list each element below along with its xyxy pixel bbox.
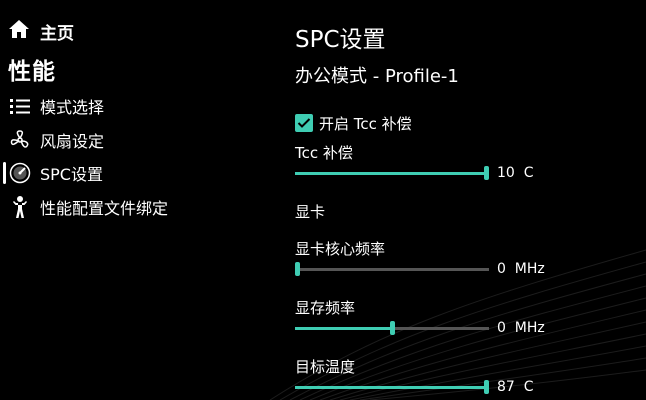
gpu-core-slider-label: 显卡核心频率 [295, 240, 386, 258]
page-title: SPC设置 [295, 27, 386, 53]
active-indicator [3, 162, 6, 184]
gpu-core-clock-slider[interactable] [295, 259, 495, 279]
sidebar-item-profile-binding[interactable]: 性能配置文件绑定 [8, 193, 168, 221]
vram-clock-slider[interactable] [295, 318, 495, 338]
target-temp-slider-value: 87 C [497, 379, 534, 395]
vram-slider-label: 显存频率 [295, 299, 356, 317]
gauge-icon [8, 161, 32, 185]
section-title: 性能 [8, 59, 56, 85]
sidebar-item-label: 模式选择 [40, 98, 105, 117]
checkbox-checked-icon [295, 114, 313, 132]
sidebar-item-fan-settings[interactable]: 风扇设定 [8, 126, 104, 154]
slider-track [295, 268, 489, 271]
tcc-compensation-slider[interactable] [295, 163, 495, 183]
slider-fill [295, 172, 486, 175]
tcc-slider-label: Tcc 补偿 [295, 144, 353, 162]
target-temperature-slider[interactable] [295, 377, 495, 397]
main-panel: SPC设置 办公模式 - Profile-1 开启 Tcc 补偿 Tcc 补偿 … [295, 0, 646, 400]
sidebar: 主页 性能 模式选择 风扇设定 SPC设置 性能配置文件绑定 [0, 0, 270, 400]
profile-title: 办公模式 - Profile-1 [295, 66, 459, 87]
tcc-slider-value: 10 C [497, 165, 534, 181]
gpu-group-label: 显卡 [295, 203, 326, 221]
fan-icon [8, 128, 32, 152]
sidebar-item-label: 性能配置文件绑定 [40, 199, 169, 218]
target-temp-slider-label: 目标温度 [295, 358, 356, 376]
slider-fill [295, 327, 392, 330]
slider-thumb[interactable] [390, 321, 395, 335]
sidebar-item-spc-settings[interactable]: SPC设置 [8, 159, 103, 187]
tcc-compensation-checkbox[interactable]: 开启 Tcc 补偿 [295, 112, 412, 134]
sidebar-item-label: 风扇设定 [40, 132, 105, 151]
gpu-core-slider-value: 0 MHz [497, 261, 545, 277]
home-icon [8, 19, 30, 43]
sidebar-item-label: SPC设置 [40, 165, 103, 184]
home-label: 主页 [40, 23, 74, 44]
slider-thumb[interactable] [484, 166, 489, 180]
person-icon [8, 195, 32, 219]
sidebar-item-mode-select[interactable]: 模式选择 [8, 92, 104, 120]
tcc-checkbox-label: 开启 Tcc 补偿 [319, 114, 412, 133]
vram-slider-value: 0 MHz [497, 320, 545, 336]
slider-fill [295, 386, 486, 389]
list-icon [8, 94, 32, 118]
slider-thumb[interactable] [484, 380, 489, 394]
home-nav[interactable]: 主页 [8, 18, 74, 44]
slider-thumb[interactable] [295, 262, 300, 276]
